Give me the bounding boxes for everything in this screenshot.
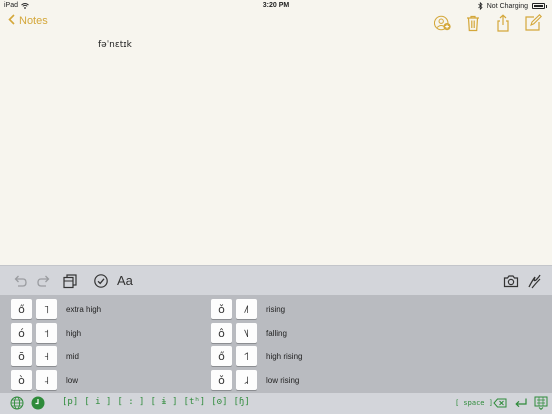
tone-row: ǒ ˩˨ low rising [211, 370, 299, 390]
tone-row: ó ˦ high [11, 323, 81, 343]
note-body[interactable]: fəˈnɛtɪk [98, 40, 132, 50]
status-time: 3:20 PM [262, 2, 290, 9]
tone-keyboard-icon[interactable] [31, 396, 45, 410]
tone-label: high [66, 328, 82, 338]
back-label: Notes [19, 14, 48, 27]
share-icon[interactable] [494, 14, 512, 32]
ipa-length-button[interactable]: [ : ] [117, 397, 144, 407]
tone-label: low [66, 375, 79, 385]
redo-icon[interactable] [36, 273, 52, 289]
tone-row: ō ˧ mid [11, 346, 79, 366]
tone-diacritic-key[interactable]: ò [11, 370, 32, 390]
tone-label: low rising [266, 375, 300, 385]
formatting-toolbar: Aa [0, 265, 552, 295]
tone-letter-key[interactable]: ˥˩ [236, 323, 257, 343]
tone-label: high rising [266, 351, 303, 361]
nav-actions [434, 14, 542, 32]
delete-icon[interactable] [493, 396, 507, 410]
tone-letter-key[interactable]: ˨ [36, 370, 57, 390]
tone-label: falling [266, 328, 287, 338]
tone-diacritic-key[interactable]: ǒ [211, 299, 232, 319]
sketch-icon[interactable] [527, 273, 543, 289]
tone-label: rising [266, 304, 286, 314]
tone-label: mid [66, 351, 79, 361]
return-icon[interactable] [514, 396, 528, 410]
tone-diacritic-key[interactable]: ô [211, 323, 232, 343]
trash-icon[interactable] [464, 14, 482, 32]
ipa-category-buttons: [p] [ i ] [ : ] [ ɨ ] [tʰ] [ʘ] [ɧ] [62, 397, 250, 407]
ipa-aspiration-button[interactable]: [tʰ] [184, 397, 206, 407]
ipa-tone-keyboard: ő ˥ extra high ó ˦ high ō ˧ mid ò ˨ low … [0, 295, 552, 393]
tone-diacritic-key[interactable]: ő [211, 346, 232, 366]
tone-diacritic-key[interactable]: ó [11, 323, 32, 343]
ipa-consonants-button[interactable]: [p] [62, 397, 78, 407]
table-icon[interactable] [62, 273, 78, 289]
tone-letter-key[interactable]: ˩˨ [236, 370, 257, 390]
tone-row: ǒ ˩˥ rising [211, 299, 285, 319]
battery-tip [546, 4, 547, 8]
space-button[interactable]: [ space ] [455, 399, 493, 407]
tone-row: ô ˥˩ falling [211, 323, 287, 343]
tone-letter-key[interactable]: ˧ [36, 346, 57, 366]
status-bar: iPad 3:20 PM Not Charging [0, 0, 552, 12]
ipa-other-button[interactable]: [ɧ] [234, 397, 250, 407]
nav-bar: Notes [0, 12, 552, 34]
add-people-icon[interactable] [434, 14, 452, 32]
chevron-left-icon [8, 14, 15, 27]
charging-status: Not Charging [486, 2, 528, 10]
tone-diacritic-key[interactable]: ō [11, 346, 32, 366]
tone-letter-key[interactable]: ˦˥ [236, 346, 257, 366]
checklist-icon[interactable] [93, 273, 109, 289]
tone-row: ő ˦˥ high rising [211, 346, 302, 366]
ipa-clicks-button[interactable]: [ʘ] [211, 397, 227, 407]
ipa-diacritics-button[interactable]: [ ɨ ] [150, 397, 177, 407]
tone-letter-key[interactable]: ˦ [36, 323, 57, 343]
ipa-vowels-button[interactable]: [ i ] [84, 397, 111, 407]
battery-icon [532, 3, 545, 9]
globe-icon[interactable] [10, 396, 24, 410]
tone-row: ò ˨ low [11, 370, 78, 390]
tone-diacritic-key[interactable]: ǒ [211, 370, 232, 390]
undo-icon[interactable] [12, 273, 28, 289]
text-format-button[interactable]: Aa [117, 273, 133, 288]
tone-letter-key[interactable]: ˩˥ [236, 299, 257, 319]
status-right: Not Charging [477, 2, 547, 10]
camera-icon[interactable] [503, 273, 519, 289]
keyboard-bottom-bar: [p] [ i ] [ : ] [ ɨ ] [tʰ] [ʘ] [ɧ] [ spa… [0, 393, 552, 414]
compose-icon[interactable] [524, 14, 542, 32]
tone-row: ő ˥ extra high [11, 299, 101, 319]
tone-diacritic-key[interactable]: ő [11, 299, 32, 319]
keyboard-dismiss-icon[interactable] [534, 396, 548, 410]
tone-letter-key[interactable]: ˥ [36, 299, 57, 319]
bluetooth-icon [477, 2, 483, 10]
tone-label: extra high [66, 304, 102, 314]
back-button[interactable]: Notes [8, 14, 48, 27]
